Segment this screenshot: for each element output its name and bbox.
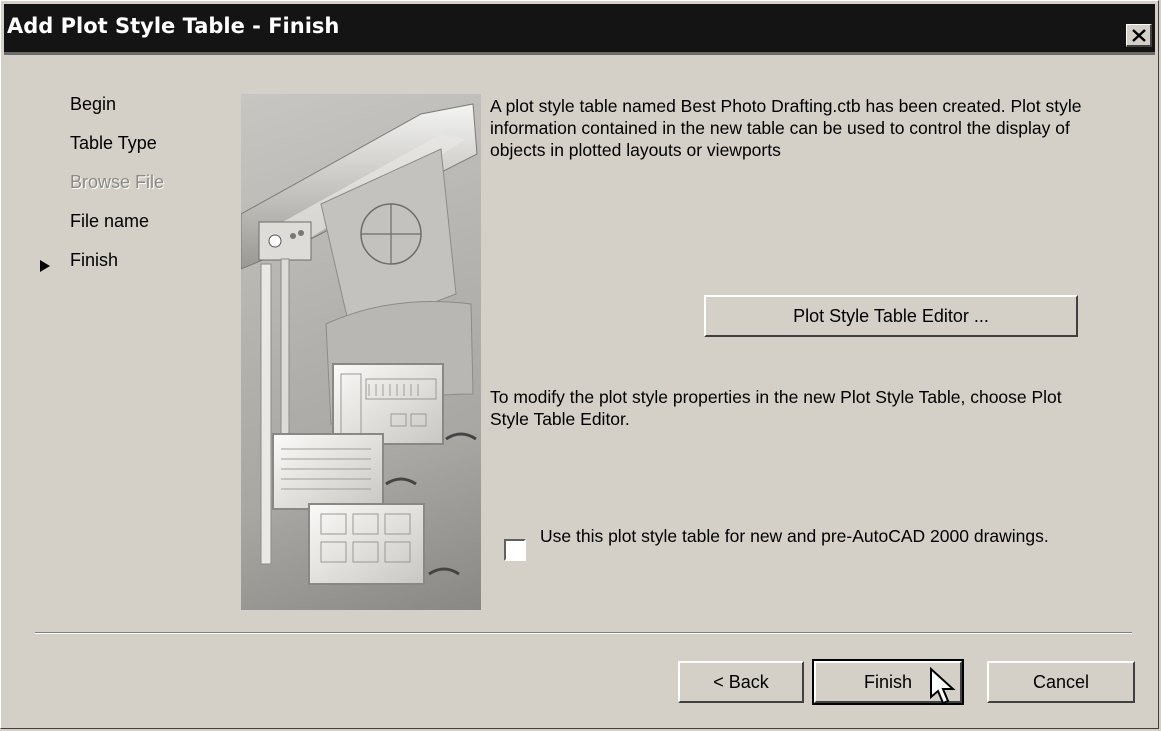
dialog-title: Add Plot Style Table - Finish bbox=[7, 14, 340, 38]
mouse-pointer-icon bbox=[929, 666, 959, 712]
plot-style-table-editor-button[interactable]: Plot Style Table Editor ... bbox=[704, 295, 1078, 337]
use-for-new-drawings-label[interactable]: Use this plot style table for new and pr… bbox=[540, 525, 1100, 547]
close-button[interactable] bbox=[1126, 24, 1152, 47]
step-begin: Begin bbox=[70, 94, 117, 114]
step-browse-file: Browse File bbox=[70, 172, 165, 192]
plotter-illustration bbox=[241, 94, 481, 610]
close-icon bbox=[1131, 28, 1146, 42]
step-finish: Finish bbox=[70, 250, 119, 270]
current-step-arrow-icon bbox=[39, 259, 51, 278]
back-button[interactable]: < Back bbox=[678, 661, 804, 703]
step-table-type: Table Type bbox=[70, 133, 157, 153]
created-message: A plot style table named Best Photo Draf… bbox=[490, 96, 1082, 160]
footer-separator bbox=[35, 632, 1132, 634]
step-file-name: File name bbox=[70, 211, 150, 231]
title-bar[interactable]: Add Plot Style Table - Finish bbox=[4, 4, 1155, 55]
cancel-button[interactable]: Cancel bbox=[987, 661, 1135, 703]
add-plot-style-table-dialog: Add Plot Style Table - Finish Begin Tabl… bbox=[0, 0, 1159, 729]
modify-message: To modify the plot style properties in t… bbox=[490, 387, 1062, 429]
use-for-new-drawings-checkbox[interactable] bbox=[504, 539, 526, 561]
